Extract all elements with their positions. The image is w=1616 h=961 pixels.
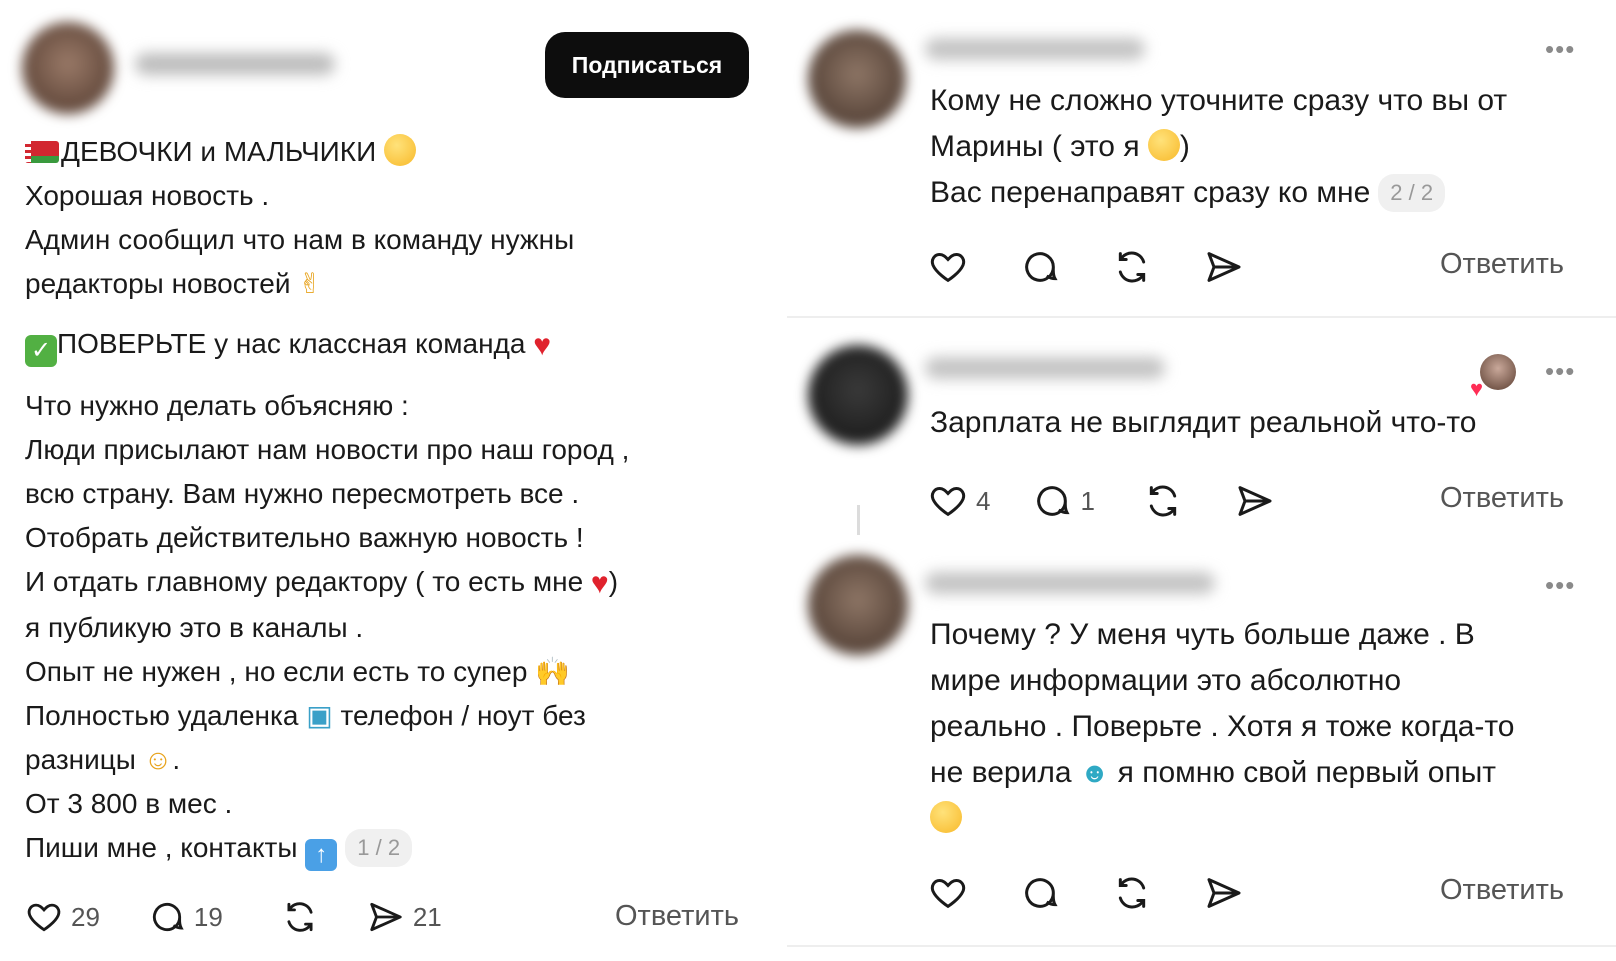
send-icon (1207, 252, 1241, 282)
wink-emoji-icon (930, 801, 962, 833)
post-line: И отдать главному редактору ( то есть мн… (25, 560, 765, 606)
post-line: Опыт не нужен , но если есть то супер 🙌 (25, 650, 765, 694)
post-line: От 3 800 в мес . (25, 788, 233, 819)
comment-body: Зарплата не выглядит реальной что-то (930, 406, 1477, 439)
share-button[interactable] (1204, 873, 1244, 913)
reply-button[interactable]: Ответить (1440, 482, 1564, 515)
victory-hand-icon: ✌ (298, 268, 322, 299)
author-name[interactable] (135, 53, 335, 75)
comment-icon (1025, 878, 1058, 908)
share-button[interactable]: 21 (367, 898, 442, 936)
technologist-icon: ▣ (306, 700, 333, 731)
more-options-button[interactable]: ••• (1545, 570, 1575, 601)
post-line: Админ сообщил что нам в команду нужны (25, 224, 575, 255)
commenter-name[interactable] (925, 38, 1145, 60)
comment-actions (928, 873, 1244, 913)
comment-icon (1037, 486, 1071, 516)
divider (787, 945, 1616, 947)
person-tipping-hand-icon: ☺ (143, 744, 173, 775)
post-line: Хорошая новость . (25, 180, 270, 211)
post-line: разницы ☺. (25, 738, 765, 782)
send-icon (1238, 486, 1272, 516)
heart-icon (930, 486, 966, 517)
heart-emoji-icon: ♥ (533, 329, 552, 362)
commenter-avatar[interactable] (808, 345, 908, 445)
more-options-button[interactable]: ••• (1545, 34, 1575, 65)
comment-icon (152, 902, 184, 932)
person-shrugging-icon: ☻ (1079, 757, 1110, 788)
repost-button[interactable] (1143, 481, 1183, 521)
comment-button[interactable] (1020, 873, 1060, 913)
repost-icon (287, 902, 313, 932)
commenter-avatar[interactable] (808, 30, 906, 128)
page-indicator: 1 / 2 (345, 829, 413, 867)
heart-emoji-icon: ♥ (590, 567, 609, 600)
smile-emoji-icon (384, 134, 417, 166)
comment-button[interactable]: 19 (148, 898, 223, 936)
post-line: редакторы новостей ✌ (25, 262, 765, 306)
heart-icon (27, 903, 61, 932)
comment-actions (928, 247, 1244, 287)
divider (787, 316, 1616, 318)
repost-button[interactable] (281, 898, 319, 936)
like-button[interactable]: 29 (25, 898, 100, 936)
thread-connector (857, 505, 860, 535)
comment-button[interactable]: 1 (1032, 481, 1095, 521)
post-line: Полностью удаленка ▣ телефон / ноут без (25, 694, 765, 738)
post-body: ДЕВОЧКИ и МАЛЬЧИКИ Хорошая новость . Адм… (25, 130, 765, 871)
comment-body: Почему ? У меня чуть больше даже . В мир… (930, 612, 1590, 842)
repost-icon (1118, 251, 1146, 283)
comment-count: 1 (1080, 485, 1095, 516)
post-line: ДЕВОЧКИ и МАЛЬЧИКИ (25, 130, 765, 174)
comment-button[interactable] (1020, 247, 1060, 287)
raised-hands-icon: 🙌 (535, 656, 571, 687)
repost-button[interactable] (1112, 247, 1152, 287)
reply-button[interactable]: Ответить (615, 900, 739, 933)
post-line: Люди присылают нам новости про наш город… (25, 434, 630, 465)
post-line: Что нужно делать объясняю : (25, 390, 409, 421)
post-line: Пиши мне , контакты ↑ 1 / 2 (25, 826, 765, 871)
author-avatar[interactable] (22, 22, 114, 114)
page-indicator: 2 / 2 (1378, 174, 1446, 212)
heart-icon (930, 878, 966, 909)
heart-icon (930, 252, 966, 283)
like-button[interactable] (928, 873, 968, 913)
check-mark-icon: ✓ (25, 335, 57, 367)
share-button[interactable] (1235, 481, 1275, 521)
like-button[interactable] (928, 247, 968, 287)
commenter-name[interactable] (925, 572, 1215, 594)
liked-by-author-icon: ♥ (1470, 376, 1484, 401)
main-post: Подписаться ДЕВОЧКИ и МАЛЬЧИКИ Хорошая н… (0, 0, 770, 961)
share-count: 21 (412, 901, 442, 932)
commenter-avatar[interactable] (808, 555, 908, 655)
reply-button[interactable]: Ответить (1440, 248, 1564, 281)
up-arrow-icon: ↑ (305, 839, 338, 871)
comment-icon (1025, 252, 1058, 282)
send-icon (370, 902, 402, 932)
comment-body: Кому не сложно уточните сразу что вы от … (930, 78, 1590, 216)
like-count: 4 (976, 485, 991, 516)
post-line: ✓ ПОВЕРЬТЕ у нас классная команда ♥ (25, 322, 765, 368)
like-button[interactable]: 4 (928, 481, 990, 521)
send-icon (1207, 878, 1241, 908)
post-line: я публикую это в каналы . (25, 612, 364, 643)
subscribe-button[interactable]: Подписаться (545, 32, 749, 98)
post-line: всю страну. Вам нужно пересмотреть все . (25, 478, 580, 509)
share-button[interactable] (1204, 247, 1244, 287)
author-liked-avatar (1480, 354, 1516, 390)
more-options-button[interactable]: ••• (1545, 356, 1575, 387)
comment-actions: 4 1 (928, 481, 1275, 521)
reply-button[interactable]: Ответить (1440, 874, 1564, 907)
repost-icon (1118, 877, 1146, 909)
comment-count: 19 (193, 901, 223, 932)
belarus-flag-icon (25, 141, 59, 163)
smile-emoji-icon (1147, 129, 1180, 161)
post-actions: 29 19 21 (25, 898, 442, 936)
repost-icon (1149, 485, 1177, 517)
like-count: 29 (71, 901, 100, 932)
commenter-name[interactable] (925, 357, 1165, 379)
post-line: Отобрать действительно важную новость ! (25, 522, 584, 553)
repost-button[interactable] (1112, 873, 1152, 913)
